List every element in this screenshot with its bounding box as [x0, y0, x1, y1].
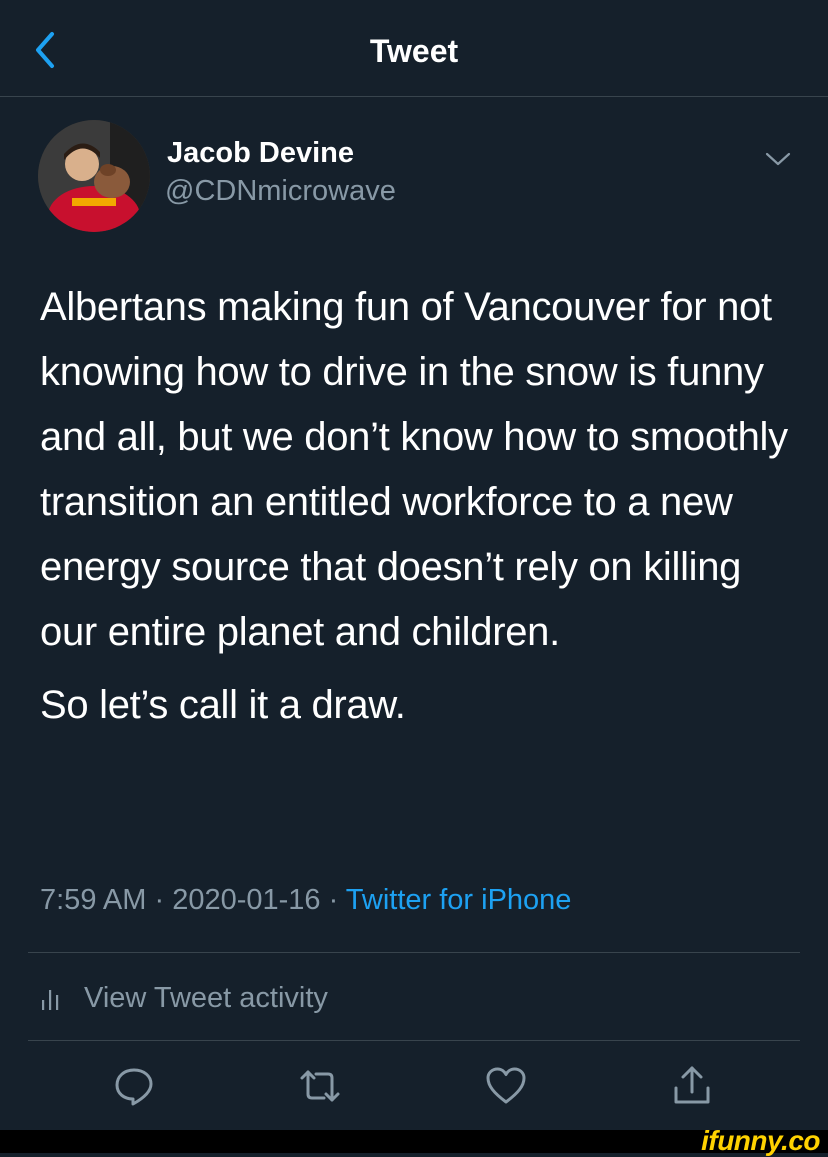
top-bar: Tweet	[0, 0, 828, 97]
reply-icon[interactable]	[112, 1064, 156, 1108]
divider	[28, 1040, 800, 1041]
author-name[interactable]: Jacob Devine	[167, 137, 354, 170]
meta-separator: ·	[146, 884, 173, 916]
bar-chart-icon	[42, 990, 59, 1010]
view-activity-label: View Tweet activity	[84, 981, 328, 1014]
retweet-icon[interactable]	[298, 1064, 342, 1108]
tweet-date: 2020-01-16	[172, 884, 321, 916]
tweet-time: 7:59 AM	[40, 884, 147, 916]
chevron-down-icon[interactable]	[762, 143, 794, 175]
page-title: Tweet	[369, 33, 459, 69]
tweet-paragraph: So let’s call it a draw.	[40, 683, 406, 727]
avatar[interactable]	[38, 120, 150, 232]
tweet-text: Albertans making fun of Vancouver for no…	[40, 275, 800, 738]
meta-separator: ·	[320, 884, 346, 916]
avatar-image	[38, 120, 150, 232]
view-activity-button[interactable]: View Tweet activity	[40, 978, 328, 1018]
author-handle[interactable]: @CDNmicrowave	[165, 175, 396, 208]
divider	[28, 952, 800, 953]
tweet-meta: 7:59 AM · 2020-01-16 · Twitter for iPhon…	[40, 884, 571, 917]
watermark: ifunny.co	[701, 1125, 820, 1156]
tweet-source-link[interactable]: Twitter for iPhone	[346, 884, 572, 916]
like-icon[interactable]	[484, 1064, 528, 1108]
share-icon[interactable]	[670, 1064, 714, 1108]
tweet-paragraph: Albertans making fun of Vancouver for no…	[40, 285, 788, 654]
